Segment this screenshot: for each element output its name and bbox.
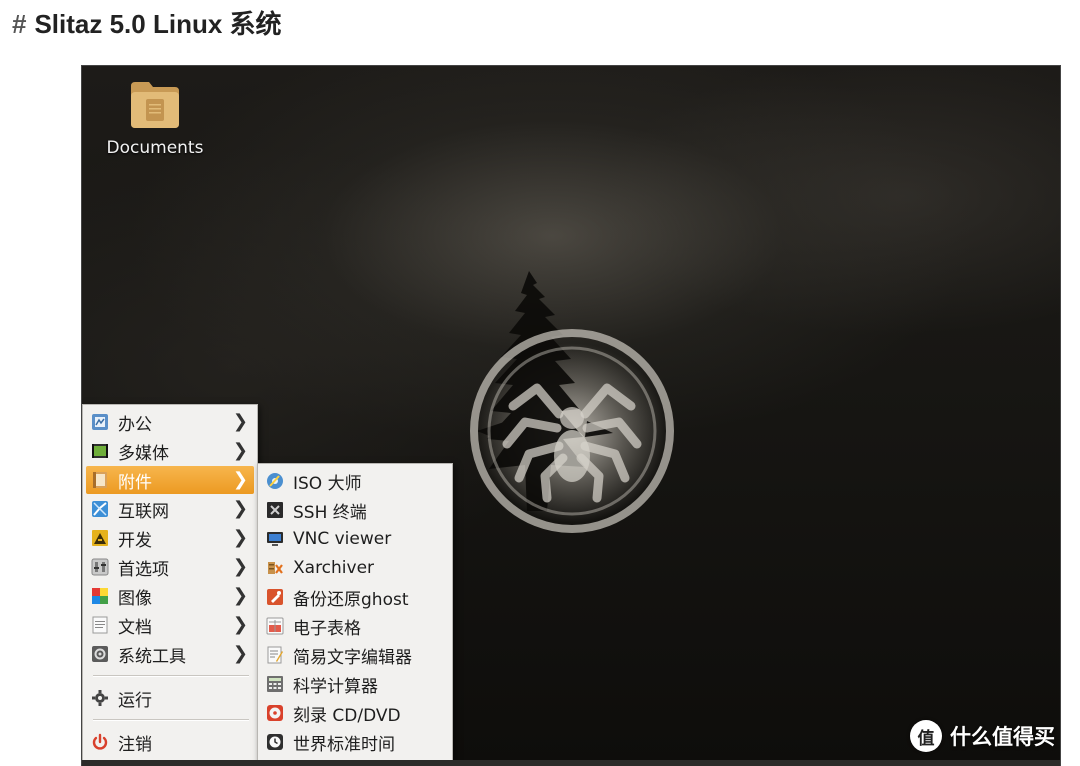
submenu-item-label: Xarchiver (293, 558, 375, 578)
iso-master-icon (266, 472, 284, 490)
menu-item-development[interactable]: 开发 ❯ (86, 524, 254, 552)
menu-item-office[interactable]: 办公 ❯ (86, 408, 254, 436)
chevron-right-icon: ❯ (232, 469, 248, 490)
menu-item-logout[interactable]: 注销 (86, 728, 254, 756)
menu-item-label: 运行 (118, 690, 152, 711)
desktop-icon-label: Documents (106, 138, 204, 158)
submenu-item-label: ISO 大师 (293, 473, 362, 494)
spider-emblem (470, 329, 674, 533)
submenu-item-label: 电子表格 (293, 618, 361, 639)
text-editor-icon (266, 646, 284, 664)
menu-item-label: 开发 (118, 530, 152, 551)
menu-item-internet[interactable]: 互联网 ❯ (86, 495, 254, 523)
documents-icon (91, 616, 109, 634)
burn-disc-icon (266, 704, 284, 722)
menu-item-multimedia[interactable]: 多媒体 ❯ (86, 437, 254, 465)
menu-item-label: 附件 (118, 472, 152, 493)
menu-item-label: 办公 (118, 414, 152, 435)
chevron-right-icon: ❯ (232, 498, 248, 519)
desktop-screenshot: Documents 办公 ❯ 多媒体 ❯ 附件 ❯ 互联网 ❯ 开发 ❯ 首选项… (82, 66, 1060, 766)
page-heading: # Slitaz 5.0 Linux 系统 (12, 4, 282, 41)
site-watermark: 值 什么值得买 (910, 720, 1055, 752)
internet-icon (91, 500, 109, 518)
submenu-item-calculator[interactable]: 科学计算器 (261, 670, 449, 698)
taskbar[interactable] (82, 760, 1060, 766)
submenu-item-iso-master[interactable]: ISO 大师 (261, 467, 449, 495)
accessories-submenu: ISO 大师 SSH 终端 VNC viewer Xarchiver 备份还原g… (257, 463, 453, 766)
submenu-item-label: 简易文字编辑器 (293, 647, 412, 668)
menu-item-documents[interactable]: 文档 ❯ (86, 611, 254, 639)
chevron-right-icon: ❯ (232, 585, 248, 606)
power-icon (91, 733, 109, 751)
menu-item-label: 注销 (118, 734, 152, 755)
submenu-item-backup-ghost[interactable]: 备份还原ghost (261, 583, 449, 611)
chevron-right-icon: ❯ (232, 527, 248, 548)
menu-item-label: 互联网 (118, 501, 169, 522)
preferences-icon (91, 558, 109, 576)
submenu-item-vnc-viewer[interactable]: VNC viewer (261, 525, 449, 553)
calculator-icon (266, 675, 284, 693)
desktop-icon-documents[interactable]: Documents (100, 80, 210, 158)
menu-item-graphics[interactable]: 图像 ❯ (86, 582, 254, 610)
submenu-item-spreadsheet[interactable]: 电子表格 (261, 612, 449, 640)
archiver-icon (266, 559, 284, 577)
menu-item-label: 文档 (118, 617, 152, 638)
multimedia-icon (91, 442, 109, 460)
submenu-item-label: 备份还原ghost (293, 589, 409, 610)
graphics-icon (91, 587, 109, 605)
watermark-logo: 值 (910, 720, 942, 752)
menu-item-label: 首选项 (118, 559, 169, 580)
submenu-item-label: SSH 终端 (293, 502, 367, 523)
folder-icon (129, 80, 181, 130)
submenu-item-text-editor[interactable]: 简易文字编辑器 (261, 641, 449, 669)
backup-icon (266, 588, 284, 606)
submenu-item-label: 科学计算器 (293, 676, 378, 697)
run-gear-icon (91, 689, 109, 707)
menu-separator (93, 675, 249, 677)
submenu-item-burn-cd-dvd[interactable]: 刻录 CD/DVD (261, 699, 449, 727)
heading-hash: # (12, 9, 27, 39)
submenu-item-label: VNC viewer (293, 529, 392, 549)
system-tools-icon (91, 645, 109, 663)
applications-menu: 办公 ❯ 多媒体 ❯ 附件 ❯ 互联网 ❯ 开发 ❯ 首选项 ❯ 图像 ❯ 文档… (82, 404, 258, 766)
menu-separator (93, 719, 249, 721)
vnc-monitor-icon (266, 530, 284, 548)
chevron-right-icon: ❯ (232, 614, 248, 635)
menu-item-preferences[interactable]: 首选项 ❯ (86, 553, 254, 581)
menu-item-run[interactable]: 运行 (86, 684, 254, 712)
ssh-terminal-icon (266, 501, 284, 519)
submenu-item-label: 刻录 CD/DVD (293, 705, 401, 726)
heading-text: Slitaz 5.0 Linux 系统 (34, 9, 282, 39)
menu-item-accessories[interactable]: 附件 ❯ (86, 466, 254, 494)
submenu-item-world-clock[interactable]: 世界标准时间 (261, 728, 449, 756)
chevron-right-icon: ❯ (232, 556, 248, 577)
menu-item-label: 图像 (118, 588, 152, 609)
watermark-text: 什么值得买 (950, 725, 1055, 749)
menu-item-system-tools[interactable]: 系统工具 ❯ (86, 640, 254, 668)
menu-item-label: 多媒体 (118, 443, 169, 464)
chevron-right-icon: ❯ (232, 411, 248, 432)
submenu-item-ssh-terminal[interactable]: SSH 终端 (261, 496, 449, 524)
chevron-right-icon: ❯ (232, 643, 248, 664)
office-icon (91, 413, 109, 431)
clock-icon (266, 733, 284, 751)
submenu-item-label: 世界标准时间 (293, 734, 395, 755)
spreadsheet-icon (266, 617, 284, 635)
submenu-item-xarchiver[interactable]: Xarchiver (261, 554, 449, 582)
menu-item-label: 系统工具 (118, 646, 186, 667)
development-icon (91, 529, 109, 547)
chevron-right-icon: ❯ (232, 440, 248, 461)
accessories-icon (91, 471, 109, 489)
